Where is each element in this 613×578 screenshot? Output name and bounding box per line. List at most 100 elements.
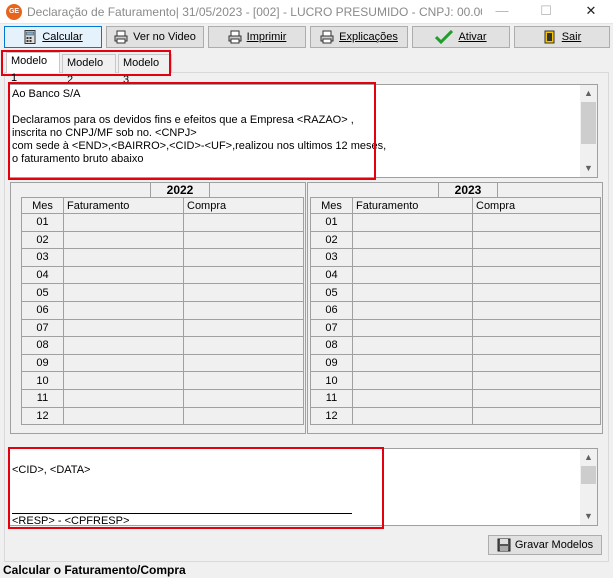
ativar-button[interactable]: Ativar [412,26,510,48]
compra-cell[interactable] [183,318,304,338]
table-row[interactable]: 10 [21,371,304,390]
table-row[interactable]: 06 [310,300,601,320]
table-row[interactable]: 05 [21,283,304,302]
table-row[interactable]: 08 [310,336,601,355]
compra-cell[interactable] [472,371,601,390]
faturamento-cell[interactable] [352,336,473,355]
scroll-down-icon[interactable]: ▼ [580,508,597,525]
faturamento-cell[interactable] [63,406,184,426]
compra-cell[interactable] [472,336,601,355]
faturamento-cell[interactable] [63,353,184,373]
compra-cell[interactable] [472,353,601,373]
faturamento-cell[interactable] [63,371,184,390]
compra-cell[interactable] [472,318,601,338]
faturamento-cell[interactable] [352,300,473,320]
calcular-button[interactable]: Calcular [4,26,102,48]
compra-cell[interactable] [183,230,304,250]
faturamento-cell[interactable] [352,213,473,232]
faturamento-cell[interactable] [352,318,473,338]
table-row[interactable]: 07 [21,318,304,338]
month-cell: 07 [21,318,64,338]
table-row[interactable]: 01 [310,213,601,232]
compra-cell[interactable] [183,283,304,302]
table-row[interactable]: 09 [21,353,304,373]
table-row[interactable]: 10 [310,371,601,390]
compra-cell[interactable] [472,283,601,302]
faturamento-cell[interactable] [352,230,473,250]
table-row[interactable]: 07 [310,318,601,338]
compra-cell[interactable] [183,265,304,285]
compra-cell[interactable] [183,336,304,355]
faturamento-grid-right[interactable]: Mes Faturamento Compra 01 02 03 04 05 06 07 08 0… [310,197,601,426]
table-row[interactable]: 12 [21,406,304,426]
table-row[interactable]: 01 [21,213,304,232]
table-row[interactable]: 02 [21,230,304,250]
table-row[interactable]: 12 [310,406,601,426]
table-row[interactable]: 09 [310,353,601,373]
month-cell: 02 [310,230,353,250]
table-row[interactable]: 11 [310,388,601,408]
faturamento-cell[interactable] [63,265,184,285]
faturamento-grid-left[interactable]: Mes Faturamento Compra 01 02 03 04 05 06 07 08 0… [21,197,304,426]
scroll-down-icon[interactable]: ▼ [580,160,597,177]
compra-cell[interactable] [183,300,304,320]
faturamento-cell[interactable] [63,336,184,355]
faturamento-cell[interactable] [352,265,473,285]
faturamento-cell[interactable] [63,283,184,302]
footer-scrollbar[interactable]: ▲ ▼ [580,449,597,525]
faturamento-cell[interactable] [63,388,184,408]
compra-cell[interactable] [472,248,601,267]
faturamento-cell[interactable] [63,230,184,250]
tab-modelo-1[interactable]: Modelo 1 [6,52,60,84]
table-row[interactable]: 04 [21,265,304,285]
faturamento-cell[interactable] [352,388,473,408]
maximize-button[interactable]: ☐ [524,0,568,24]
scroll-up-icon[interactable]: ▲ [580,85,597,102]
imprimir-button[interactable]: Imprimir [208,26,306,48]
compra-cell[interactable] [472,213,601,232]
faturamento-cell[interactable] [63,248,184,267]
scroll-thumb[interactable] [581,466,596,484]
compra-cell[interactable] [183,388,304,408]
faturamento-cell[interactable] [352,353,473,373]
header-scrollbar[interactable]: ▲ ▼ [580,85,597,177]
table-row[interactable]: 05 [310,283,601,302]
faturamento-cell[interactable] [63,318,184,338]
minimize-button[interactable]: — [480,0,524,24]
faturamento-cell[interactable] [352,248,473,267]
compra-cell[interactable] [472,265,601,285]
table-row[interactable]: 02 [310,230,601,250]
close-button[interactable]: ✕ [569,0,613,24]
faturamento-cell[interactable] [63,300,184,320]
faturamento-cell[interactable] [63,213,184,232]
month-cell: 09 [310,353,353,373]
explicacoes-button[interactable]: Explicações [310,26,408,48]
table-row[interactable]: 06 [21,300,304,320]
faturamento-cell[interactable] [352,283,473,302]
month-cell: 01 [310,213,353,232]
ver-video-button[interactable]: Ver no Video [106,26,204,48]
table-row[interactable]: 11 [21,388,304,408]
table-row[interactable]: 04 [310,265,601,285]
year-label: 2022 [150,182,210,197]
header-highlight-box [8,82,376,180]
scroll-up-icon[interactable]: ▲ [580,449,597,466]
compra-cell[interactable] [472,300,601,320]
footer-highlight-box [8,447,384,529]
compra-cell[interactable] [183,371,304,390]
sair-button[interactable]: Sair [514,26,610,48]
compra-cell[interactable] [183,406,304,426]
gravar-modelos-button[interactable]: Gravar Modelos [488,535,602,555]
faturamento-cell[interactable] [352,406,473,426]
scroll-thumb[interactable] [581,102,596,144]
compra-cell[interactable] [472,230,601,250]
table-row[interactable]: 08 [21,336,304,355]
compra-cell[interactable] [183,248,304,267]
compra-cell[interactable] [183,213,304,232]
table-row[interactable]: 03 [21,248,304,267]
compra-cell[interactable] [472,388,601,408]
compra-cell[interactable] [183,353,304,373]
compra-cell[interactable] [472,406,601,426]
table-row[interactable]: 03 [310,248,601,267]
faturamento-cell[interactable] [352,371,473,390]
